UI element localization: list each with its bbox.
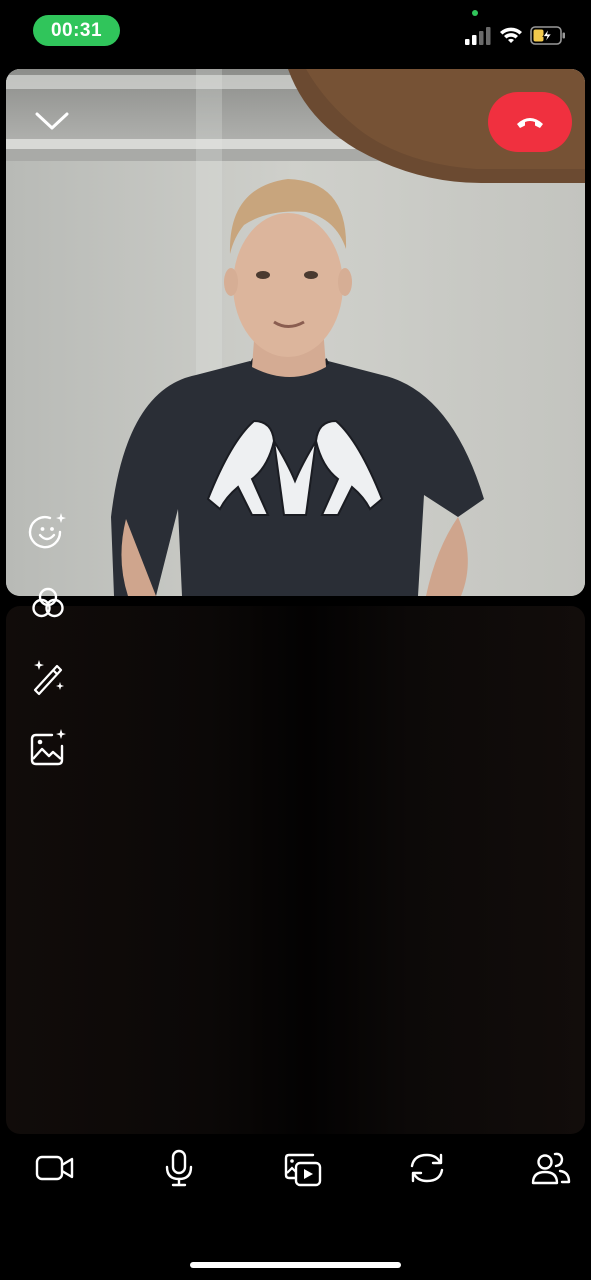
cellular-signal-icon [465,27,491,45]
background-image-icon [30,729,66,766]
face-effects-button[interactable] [26,510,70,554]
color-filter-button[interactable] [26,582,70,626]
participants-icon [531,1152,571,1185]
local-video-feed[interactable] [6,606,585,1134]
status-time[interactable]: 00:31 [33,15,120,46]
background-image-button[interactable] [26,726,70,770]
color-filter-icon [32,587,64,618]
end-call-button[interactable] [488,92,572,152]
home-indicator[interactable] [190,1262,401,1268]
flip-camera-icon [410,1153,444,1183]
status-bar: 00:31 [0,0,591,62]
chevron-down-icon [35,112,69,130]
call-controls-bar [0,1140,591,1200]
camera-toggle-button[interactable] [29,1144,81,1192]
remote-video-feed[interactable] [6,69,585,596]
magic-wand-icon [33,660,64,696]
wifi-icon [500,27,522,43]
participants-button[interactable] [525,1144,577,1192]
screen-share-icon [284,1153,322,1187]
flip-camera-button[interactable] [401,1144,453,1192]
phone-hangup-icon [517,118,543,128]
collapse-call-button[interactable] [31,103,73,139]
magic-wand-button[interactable] [26,654,70,698]
remote-participant-image [6,69,585,596]
camera-toggle-icon [35,1155,74,1181]
battery-charging-icon [530,26,565,45]
screen-share-button[interactable] [277,1144,329,1192]
camera-in-use-indicator [472,10,478,16]
microphone-button[interactable] [153,1144,205,1192]
face-effects-icon [28,513,66,549]
microphone-icon [165,1149,193,1187]
